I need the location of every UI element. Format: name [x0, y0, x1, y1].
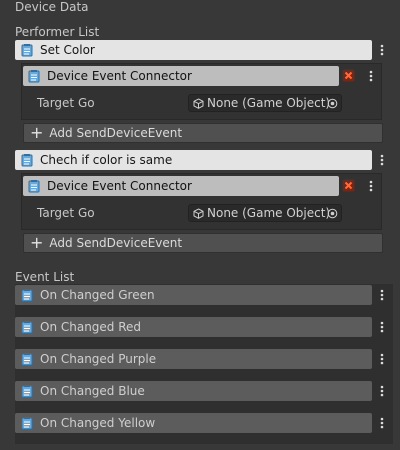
kebab-menu-icon[interactable]	[373, 413, 391, 433]
performer-item-name: Set Color	[40, 43, 95, 57]
script-icon	[27, 179, 41, 193]
kebab-menu-icon[interactable]	[373, 40, 391, 60]
event-item[interactable]: On Changed Purple	[15, 349, 372, 369]
kebab-menu-icon[interactable]	[373, 349, 391, 369]
script-icon	[20, 43, 34, 57]
event-item-label: On Changed Purple	[40, 352, 157, 366]
add-send-device-event-button[interactable]: + Add SendDeviceEvent	[23, 123, 383, 143]
event-item-label: On Changed Red	[40, 320, 142, 334]
game-object-icon	[193, 97, 204, 109]
plus-icon: +	[30, 123, 44, 142]
object-picker-icon[interactable]	[327, 208, 338, 219]
kebab-menu-icon[interactable]	[373, 317, 391, 337]
script-icon	[20, 416, 34, 430]
event-item-label: On Changed Green	[40, 288, 155, 302]
performer-item-name: Chech if color is same	[40, 153, 173, 167]
performer-item-header[interactable]: Set Color	[15, 40, 372, 60]
script-icon	[27, 69, 41, 83]
target-go-label: Target Go	[37, 96, 95, 110]
target-go-label: Target Go	[37, 206, 95, 220]
add-button-label: Add SendDeviceEvent	[49, 126, 183, 140]
add-send-device-event-button[interactable]: + Add SendDeviceEvent	[23, 233, 383, 253]
connector-name: Device Event Connector	[47, 179, 192, 193]
target-go-field[interactable]: None (Game Object)	[188, 94, 342, 112]
event-item-label: On Changed Blue	[40, 384, 145, 398]
page-title: Device Data	[15, 0, 89, 14]
remove-icon[interactable]	[342, 179, 355, 195]
target-go-value: None (Game Object)	[207, 206, 331, 220]
kebab-menu-icon[interactable]	[373, 285, 391, 305]
script-icon	[20, 288, 34, 302]
connector-header[interactable]: Device Event Connector	[23, 66, 339, 86]
script-icon	[20, 320, 34, 334]
target-go-field[interactable]: None (Game Object)	[188, 204, 342, 222]
event-item-label: On Changed Yellow	[40, 416, 156, 430]
connector-header[interactable]: Device Event Connector	[23, 176, 339, 196]
plus-icon: +	[30, 233, 44, 252]
event-item[interactable]: On Changed Red	[15, 317, 372, 337]
event-item[interactable]: On Changed Blue	[15, 381, 372, 401]
performer-item-header[interactable]: Chech if color is same	[15, 150, 372, 170]
kebab-menu-icon[interactable]	[373, 381, 391, 401]
kebab-menu-icon[interactable]	[373, 150, 391, 170]
target-go-value: None (Game Object)	[207, 96, 331, 110]
remove-icon[interactable]	[342, 69, 355, 85]
kebab-menu-icon[interactable]	[362, 176, 380, 196]
add-button-label: Add SendDeviceEvent	[49, 236, 183, 250]
game-object-icon	[193, 207, 204, 219]
event-list-label: Event List	[15, 270, 75, 284]
event-item[interactable]: On Changed Green	[15, 285, 372, 305]
kebab-menu-icon[interactable]	[362, 66, 380, 86]
script-icon	[20, 153, 34, 167]
object-picker-icon[interactable]	[327, 98, 338, 109]
performer-list-label: Performer List	[15, 25, 100, 39]
script-icon	[20, 384, 34, 398]
script-icon	[20, 352, 34, 366]
connector-name: Device Event Connector	[47, 69, 192, 83]
event-item[interactable]: On Changed Yellow	[15, 413, 372, 433]
